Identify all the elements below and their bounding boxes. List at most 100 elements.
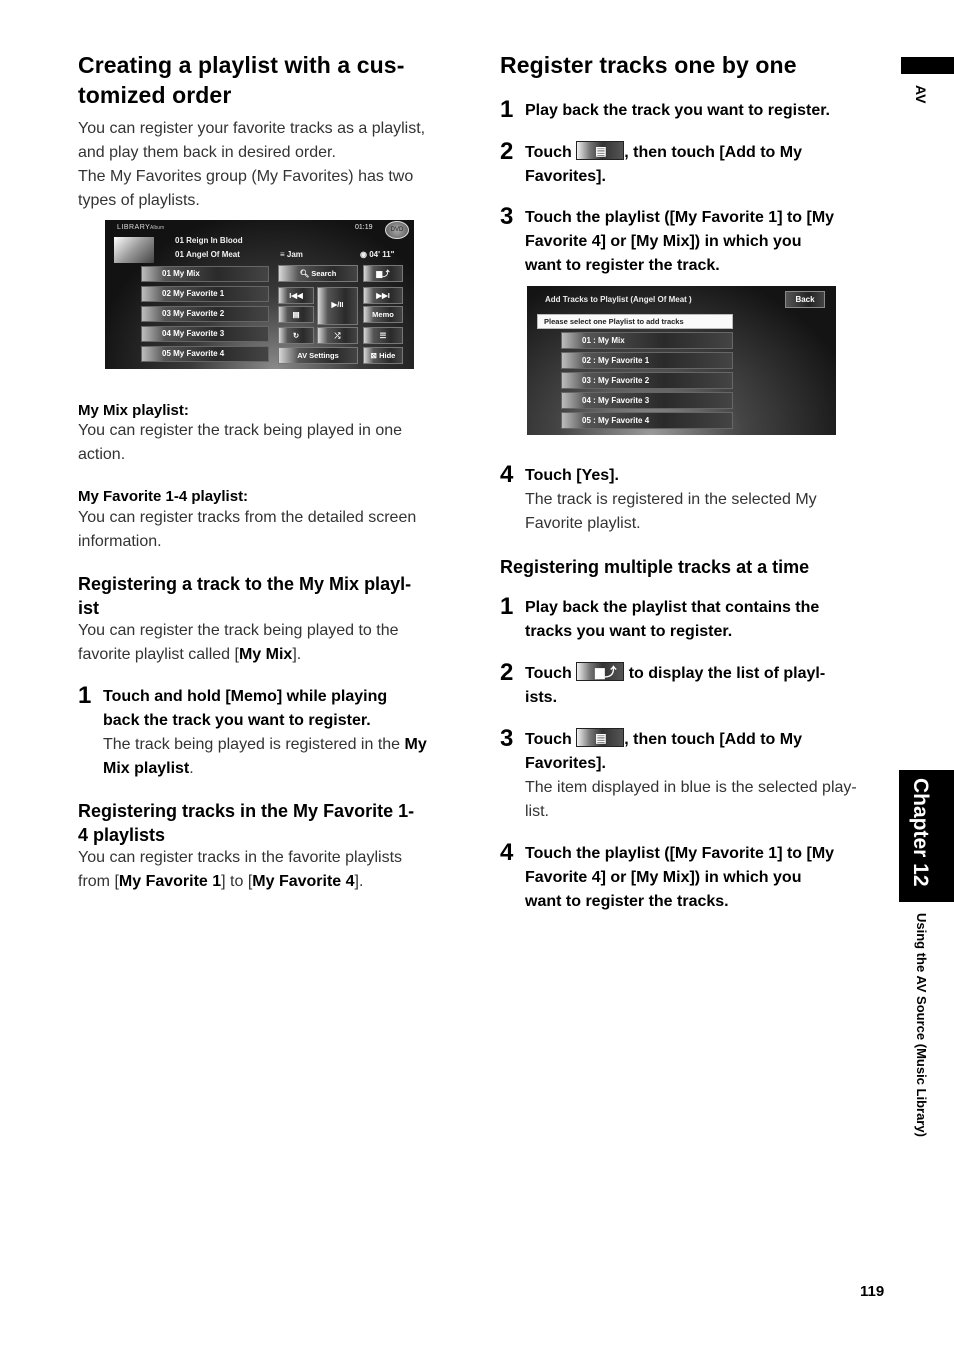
one-by-one-step-3: 3 Touch the playlist ([My Favorite 1] to… bbox=[500, 203, 900, 278]
intro-line: You can register your favorite tracks as… bbox=[78, 120, 426, 137]
text-line: favorite playlist called [My Mix]. bbox=[78, 646, 302, 663]
play-pause-button[interactable]: ▶/II bbox=[317, 287, 358, 325]
step-instruction: Touch the playlist ([My Favorite 1] to [… bbox=[525, 845, 835, 910]
multi-step-3: 3 Touch ▤, then touch [Add to My Favorit… bbox=[500, 725, 900, 824]
step-number: 1 bbox=[500, 593, 514, 620]
one-by-one-step-1: 1 Play back the track you want to regist… bbox=[500, 96, 900, 123]
text-line: action. bbox=[78, 446, 126, 463]
playlist-option-my-favorite-3[interactable]: 04 : My Favorite 3 bbox=[561, 392, 733, 409]
intro-line: types of playlists. bbox=[78, 192, 200, 209]
my-mix-description: You can register the track being played … bbox=[78, 419, 478, 467]
next-track-button[interactable]: ▶▶I bbox=[363, 287, 403, 304]
select-playlist-prompt: Please select one Playlist to add tracks bbox=[537, 314, 733, 329]
playlist-button-my-favorite-1[interactable]: 02 My Favorite 1 bbox=[141, 286, 269, 302]
hide-button[interactable]: ⊠ Hide bbox=[363, 347, 403, 364]
section-tab-marker bbox=[901, 57, 954, 74]
search-icon: 🔍︎ bbox=[299, 269, 310, 278]
av-settings-button[interactable]: AV Settings bbox=[278, 347, 358, 364]
my-favorite-heading: My Favorite 1-4 playlist: bbox=[78, 488, 249, 505]
text-line: You can register tracks in the favorite … bbox=[78, 849, 403, 866]
heading-line: Registering tracks in the My Favorite 1- bbox=[78, 801, 415, 821]
step-instruction: Touch ▤, then touch [Add to My Favorites… bbox=[525, 728, 900, 776]
page-number: 119 bbox=[860, 1283, 885, 1300]
step-instruction: Touch ▤, then touch [Add to My Favorites… bbox=[525, 141, 900, 189]
step-number: 4 bbox=[500, 839, 514, 866]
list-button[interactable]: ▤ bbox=[278, 306, 314, 323]
step-instruction: Touch the playlist ([My Favorite 1] to [… bbox=[525, 209, 835, 274]
text-line: information. bbox=[78, 533, 162, 550]
search-button[interactable]: 🔍︎ Search bbox=[278, 265, 358, 282]
multi-step-2: 2 Touch ▆⤴ to display the list of playl-… bbox=[500, 659, 900, 710]
register-my-mix-heading: Registering a track to the My Mix playl-… bbox=[78, 572, 478, 620]
text-line: from [My Favorite 1] to [My Favorite 4]. bbox=[78, 873, 364, 890]
title-line: tomized order bbox=[78, 82, 232, 108]
section-title-custom-playlist: Creating a playlist with a cus- tomized … bbox=[78, 50, 478, 110]
library-screen-screenshot: LIBRARY Album 01:19 DVD 01 Reign In Bloo… bbox=[105, 220, 414, 369]
intro-line: and play them back in desired order. bbox=[78, 144, 336, 161]
add-tracks-screen-screenshot: Add Tracks to Playlist (Angel Of Meat ) … bbox=[527, 286, 836, 435]
step-number: 2 bbox=[500, 659, 514, 686]
now-playing-track: 01 Angel Of Meat bbox=[175, 250, 240, 259]
step-number: 1 bbox=[78, 682, 92, 709]
playlist-button-my-favorite-3[interactable]: 04 My Favorite 3 bbox=[141, 326, 269, 342]
heading-line: ist bbox=[78, 598, 100, 618]
register-my-favorite-description: You can register tracks in the favorite … bbox=[78, 846, 478, 894]
step-number: 2 bbox=[500, 138, 514, 165]
library-header-label: LIBRARY bbox=[117, 224, 151, 231]
now-playing-album: 01 Reign In Blood bbox=[175, 236, 243, 245]
section-title-register-one-by-one: Register tracks one by one bbox=[500, 52, 797, 78]
playlist-option-my-favorite-2[interactable]: 03 : My Favorite 2 bbox=[561, 372, 733, 389]
playlist-button-my-favorite-4[interactable]: 05 My Favorite 4 bbox=[141, 346, 269, 362]
step-number: 3 bbox=[500, 203, 514, 230]
shuffle-button[interactable]: ⤮ bbox=[317, 327, 358, 344]
list-button-icon: ▤ bbox=[576, 728, 625, 747]
folder-up-button[interactable]: ▆⤴ bbox=[363, 265, 403, 282]
step-instruction: Touch and hold [Memo] while playing back… bbox=[103, 688, 388, 729]
step-instruction: Play back the track you want to register… bbox=[525, 102, 830, 119]
source-logo-icon: DVD bbox=[385, 221, 409, 239]
previous-track-button[interactable]: I◀◀ bbox=[278, 287, 314, 304]
album-mode-label: Album bbox=[150, 225, 165, 231]
text-line: You can register tracks from the detaile… bbox=[78, 509, 417, 526]
add-tracks-title: Add Tracks to Playlist (Angel Of Meat ) bbox=[545, 295, 692, 304]
my-mix-step-1: 1 Touch and hold [Memo] while playing ba… bbox=[78, 682, 478, 781]
multi-step-1: 1 Play back the playlist that contains t… bbox=[500, 593, 900, 644]
multi-step-4: 4 Touch the playlist ([My Favorite 1] to… bbox=[500, 839, 900, 914]
step-number: 1 bbox=[500, 96, 514, 123]
memo-button[interactable]: Memo bbox=[363, 306, 403, 323]
album-art-icon bbox=[114, 237, 154, 263]
back-button[interactable]: Back bbox=[785, 291, 825, 308]
track-time-readout: ◉ 04' 11" bbox=[360, 250, 395, 259]
step-note: The track is registered in the selected … bbox=[525, 491, 817, 532]
playlist-option-my-favorite-1[interactable]: 02 : My Favorite 1 bbox=[561, 352, 733, 369]
playlist-option-my-mix[interactable]: 01 : My Mix bbox=[561, 332, 733, 349]
text-line: You can register the track being played … bbox=[78, 622, 399, 639]
title-line: Creating a playlist with a cus- bbox=[78, 52, 405, 78]
hide-icon: ⊠ bbox=[370, 351, 377, 360]
my-mix-heading: My Mix playlist: bbox=[78, 402, 189, 419]
step-number: 4 bbox=[500, 461, 514, 488]
step-instruction: Touch ▆⤴ to display the list of playl- i… bbox=[525, 662, 900, 710]
clock-readout: 01:19 bbox=[355, 224, 373, 231]
menu-button[interactable]: ☰ bbox=[363, 327, 403, 344]
intro-paragraph: You can register your favorite tracks as… bbox=[78, 117, 478, 213]
text-line: You can register the track being played … bbox=[78, 422, 403, 439]
heading-line: Registering a track to the My Mix playl- bbox=[78, 574, 412, 594]
step-note: The item displayed in blue is the select… bbox=[525, 779, 857, 820]
step-instruction: Touch [Yes]. bbox=[525, 467, 619, 484]
chapter-section-title: Using the AV Source (Music Library) bbox=[914, 913, 929, 1137]
register-my-mix-description: You can register the track being played … bbox=[78, 619, 478, 667]
list-button-icon: ▤ bbox=[576, 141, 625, 160]
playlist-option-my-favorite-4[interactable]: 05 : My Favorite 4 bbox=[561, 412, 733, 429]
step-number: 3 bbox=[500, 725, 514, 752]
playlist-button-my-favorite-2[interactable]: 03 My Favorite 2 bbox=[141, 306, 269, 322]
one-by-one-step-4: 4 Touch [Yes]. The track is registered i… bbox=[500, 461, 900, 536]
av-tab-label: AV bbox=[913, 85, 929, 104]
register-multiple-heading: Registering multiple tracks at a time bbox=[500, 557, 810, 577]
genre-readout: ≡ Jam bbox=[280, 250, 303, 259]
repeat-button[interactable]: ↻ bbox=[278, 327, 314, 344]
my-favorite-description: You can register tracks from the detaile… bbox=[78, 506, 478, 554]
playlist-button-my-mix[interactable]: 01 My Mix bbox=[141, 266, 269, 282]
register-my-favorite-heading: Registering tracks in the My Favorite 1-… bbox=[78, 799, 478, 847]
intro-line: The My Favorites group (My Favorites) ha… bbox=[78, 168, 414, 185]
